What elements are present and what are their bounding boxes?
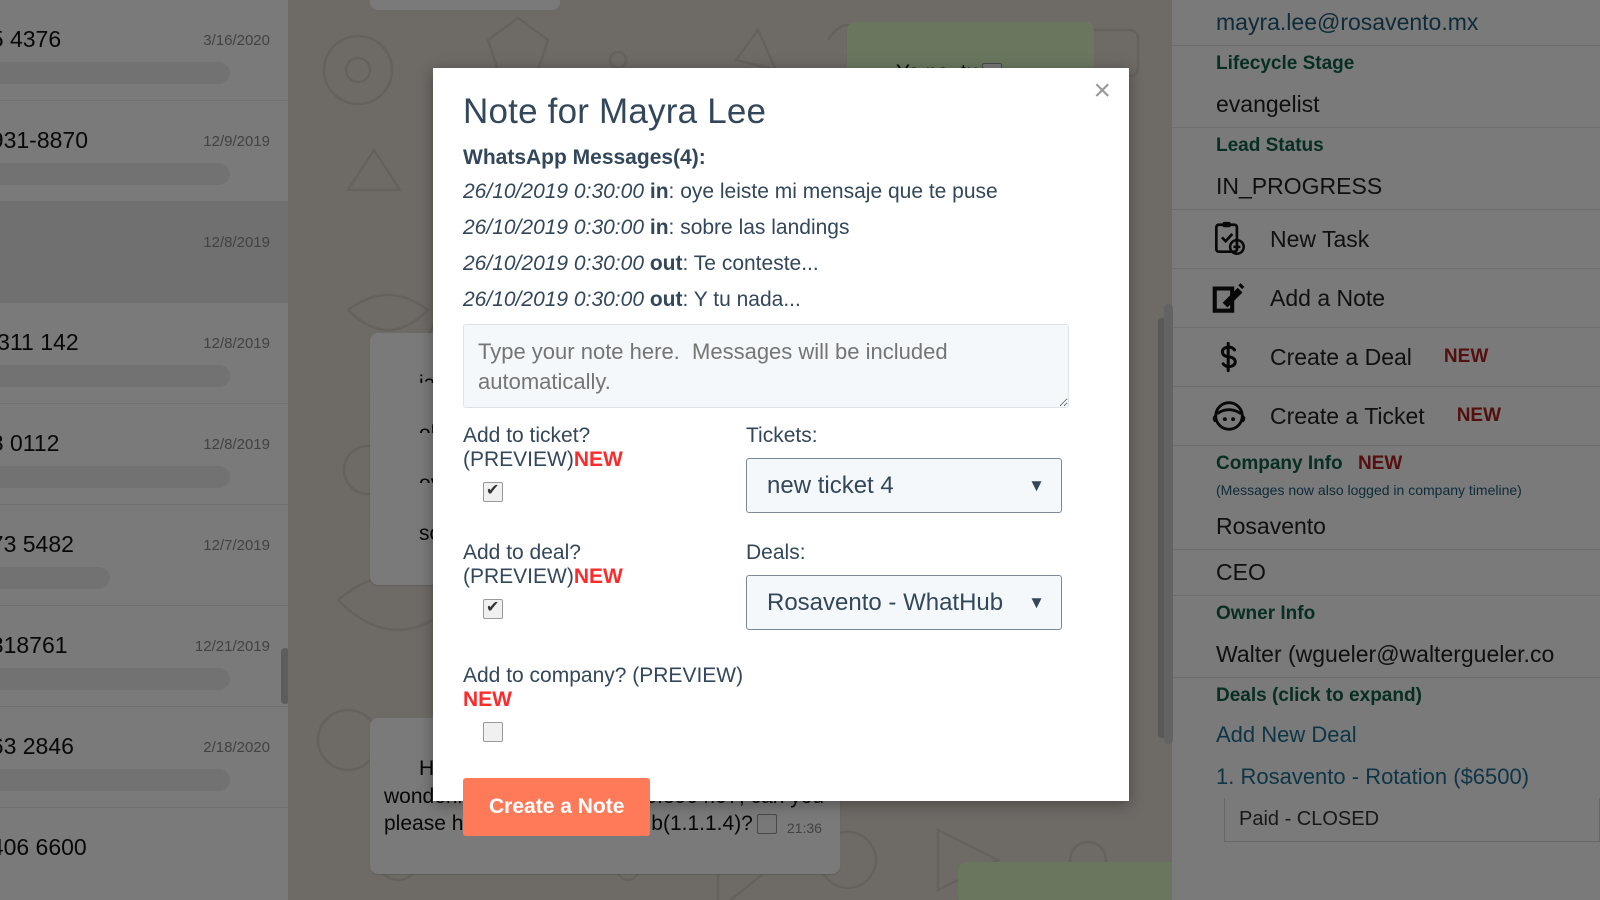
company-option-cell: Add to company? (PREVIEW) NEW xyxy=(463,664,746,742)
tickets-select[interactable]: new ticket 4 ▼ xyxy=(746,458,1062,513)
deals-select[interactable]: Rosavento - WhatHub ▼ xyxy=(746,575,1062,630)
add-to-deal-text: Add to deal? (PREVIEW) xyxy=(463,541,581,588)
close-icon[interactable]: × xyxy=(1093,76,1111,106)
add-to-ticket-label: Add to ticket? (PREVIEW)NEW xyxy=(463,424,746,472)
messages-heading: WhatsApp Messages(4): xyxy=(463,146,706,169)
create-note-button[interactable]: Create a Note xyxy=(463,778,651,836)
message-text: : sobre las landings xyxy=(668,216,850,239)
add-to-ticket-text: Add to ticket? (PREVIEW) xyxy=(463,424,591,471)
ticket-option-cell: Add to ticket? (PREVIEW)NEW xyxy=(463,424,746,541)
add-to-company-text: Add to company? (PREVIEW) xyxy=(463,664,744,687)
message-direction: out xyxy=(649,288,683,311)
message-text: : Te conteste... xyxy=(682,252,819,275)
whatsapp-message-line: 26/10/2019 0:30:00 in: oye leiste mi men… xyxy=(463,180,1099,204)
deals-select-value: Rosavento - WhatHub xyxy=(767,588,1004,616)
message-direction: out xyxy=(649,252,683,275)
deals-select-label: Deals: xyxy=(746,541,806,564)
note-options-grid: Add to ticket? (PREVIEW)NEW Tickets: new… xyxy=(463,424,1099,742)
new-badge: NEW xyxy=(463,688,512,711)
whatsapp-message-line: 26/10/2019 0:30:00 out: Y tu nada... xyxy=(463,288,1099,312)
note-modal-body: Note for Mayra Lee WhatsApp Messages(4):… xyxy=(433,68,1129,742)
company-select-cell-empty xyxy=(746,664,1099,742)
message-direction: in xyxy=(649,216,669,239)
message-timestamp: 26/10/2019 0:30:00 xyxy=(463,252,645,275)
message-text: : oye leiste mi mensaje que te puse xyxy=(668,180,998,203)
add-to-deal-checkbox[interactable] xyxy=(483,597,503,619)
page-title: Note for Mayra Lee xyxy=(463,92,767,131)
deal-select-cell: Deals: Rosavento - WhatHub ▼ xyxy=(746,541,1099,664)
message-text: : Y tu nada... xyxy=(682,288,801,311)
whatsapp-message-line: 26/10/2019 0:30:00 out: Te conteste... xyxy=(463,252,1099,276)
add-to-deal-label: Add to deal? (PREVIEW)NEW xyxy=(463,541,746,589)
note-modal: × Note for Mayra Lee WhatsApp Messages(4… xyxy=(433,68,1129,836)
new-badge: NEW xyxy=(573,565,623,588)
note-input[interactable] xyxy=(463,324,1069,408)
add-to-company-checkbox[interactable] xyxy=(483,722,503,742)
deal-option-cell: Add to deal? (PREVIEW)NEW xyxy=(463,541,746,664)
add-to-company-label: Add to company? (PREVIEW) NEW xyxy=(463,664,746,712)
app-root: 95 43763/16/20208931-887012/9/2019e12/8/… xyxy=(0,0,1600,900)
chevron-down-icon: ▼ xyxy=(1028,475,1045,495)
tickets-select-value: new ticket 4 xyxy=(767,471,894,499)
new-badge: NEW xyxy=(573,448,623,471)
message-direction: in xyxy=(649,180,669,203)
ticket-select-cell: Tickets: new ticket 4 ▼ xyxy=(746,424,1099,541)
message-timestamp: 26/10/2019 0:30:00 xyxy=(463,216,645,239)
tickets-select-label: Tickets: xyxy=(746,424,818,447)
whatsapp-message-line: 26/10/2019 0:30:00 in: sobre las landing… xyxy=(463,216,1099,240)
add-to-ticket-checkbox[interactable] xyxy=(483,480,503,502)
chevron-down-icon: ▼ xyxy=(1028,592,1045,612)
message-timestamp: 26/10/2019 0:30:00 xyxy=(463,288,645,311)
message-timestamp: 26/10/2019 0:30:00 xyxy=(463,180,645,203)
